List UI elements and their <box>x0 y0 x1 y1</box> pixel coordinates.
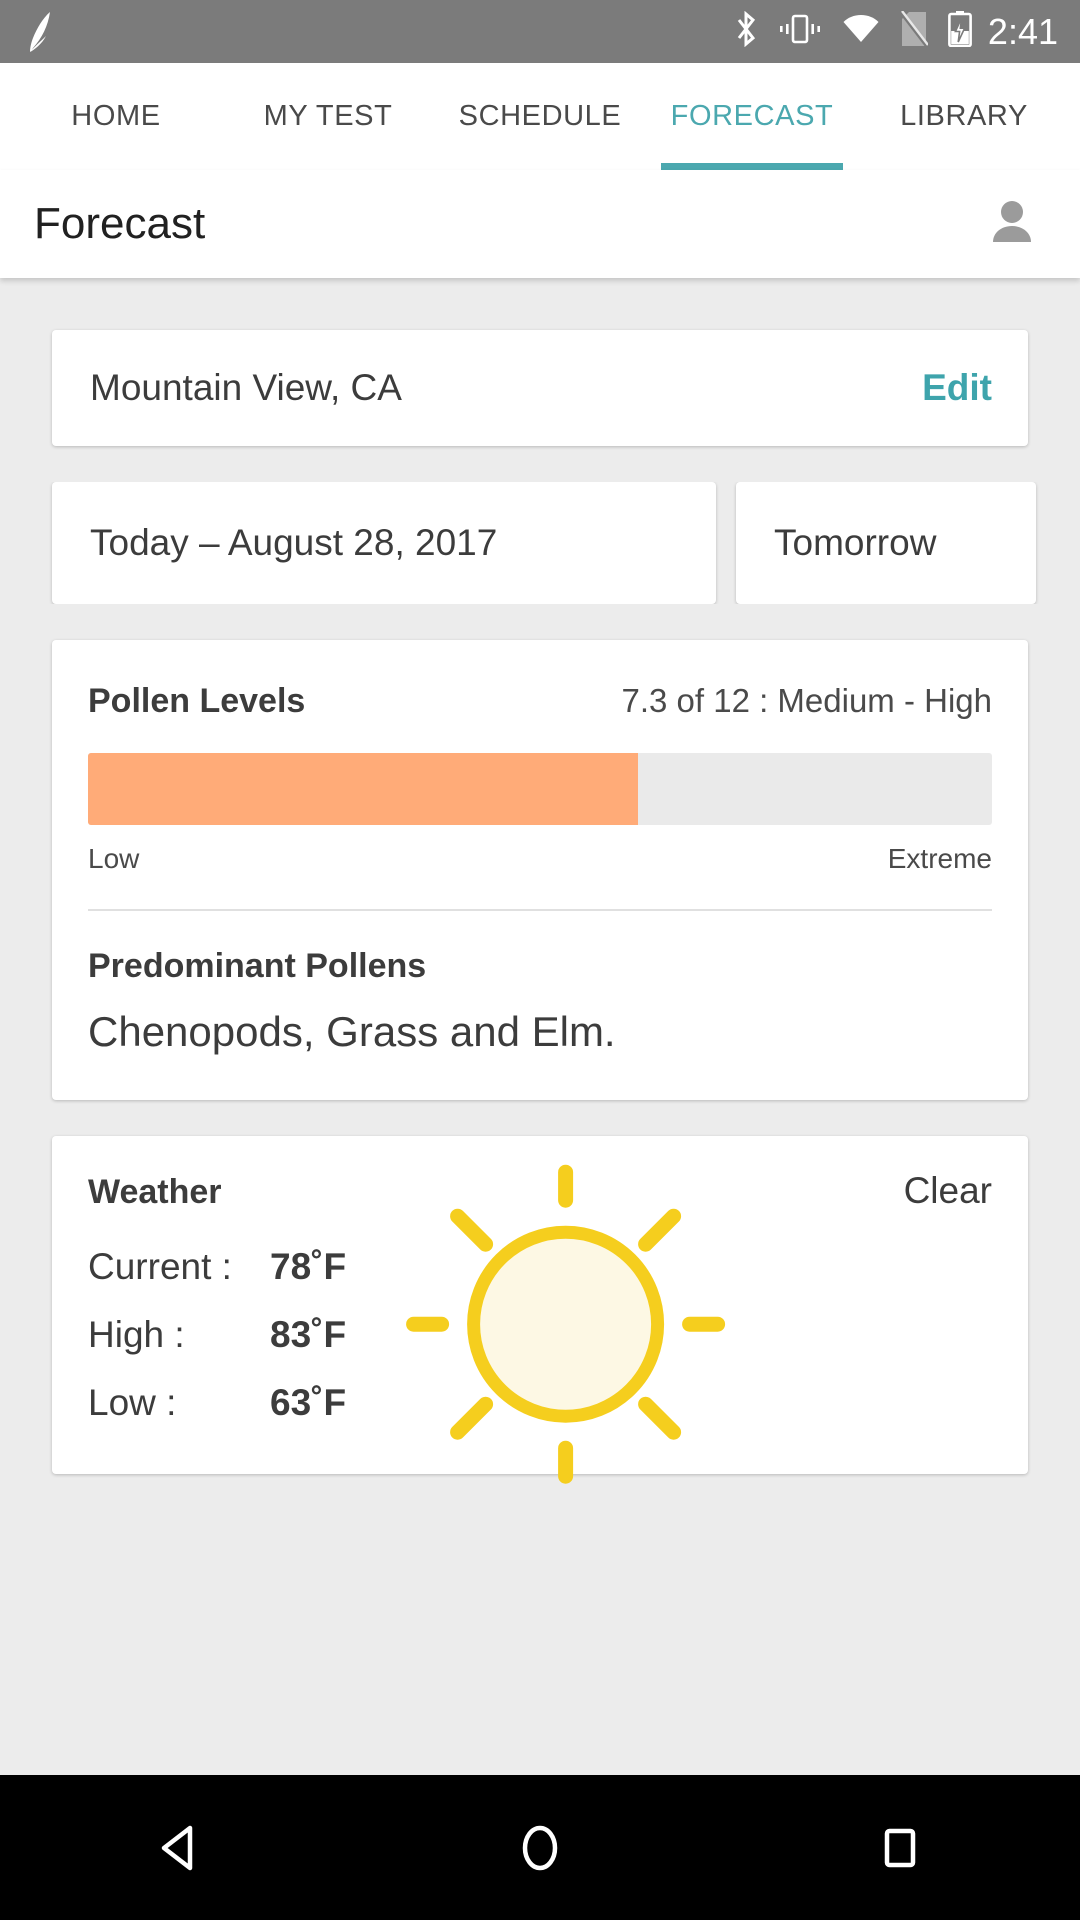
weather-high-label: High : <box>88 1314 185 1355</box>
tab-my-test[interactable]: MY TEST <box>222 63 434 170</box>
pollen-levels-section: Pollen Levels 7.3 of 12 : Medium - High … <box>52 640 1028 909</box>
status-bar: 2:41 <box>0 0 1080 63</box>
pollen-scale-low-label: Low <box>88 843 140 874</box>
pollen-levels-card: Pollen Levels 7.3 of 12 : Medium - High … <box>52 640 1028 1100</box>
weather-row-low: Low : 63˚F <box>88 1382 992 1424</box>
weather-current-label: Current : <box>88 1246 232 1287</box>
recents-square-icon[interactable] <box>825 1798 975 1898</box>
predominant-pollens-section: Predominant Pollens Chenopods, Grass and… <box>52 911 1028 1100</box>
pollen-meter-scale-labels: Low Extreme <box>88 843 992 875</box>
pollen-scale-spacer <box>139 843 887 875</box>
weather-current-value: 78˚F <box>270 1246 347 1287</box>
bluetooth-icon <box>734 10 758 52</box>
tab-home[interactable]: HOME <box>10 63 222 170</box>
weather-low-label: Low : <box>88 1382 177 1423</box>
page-title: Forecast <box>34 199 206 248</box>
pollen-level-meter <box>88 753 992 825</box>
weather-high-value: 83˚F <box>270 1314 347 1355</box>
status-icon-group <box>734 10 972 52</box>
day-card-today[interactable]: Today – August 28, 2017 <box>52 482 716 604</box>
pollen-score-text: 7.3 of 12 : Medium - High <box>621 682 992 719</box>
wifi-icon <box>842 14 880 49</box>
weather-row-current: Current : 78˚F <box>88 1246 992 1288</box>
location-card[interactable]: Mountain View, CA Edit <box>52 330 1028 446</box>
tab-schedule[interactable]: SCHEDULE <box>434 63 646 170</box>
weather-row-high: High : 83˚F <box>88 1314 992 1356</box>
battery-charging-icon <box>948 11 972 52</box>
weather-title: Weather <box>88 1173 222 1211</box>
main-tab-bar: HOME MY TEST SCHEDULE FORECAST LIBRARY <box>0 63 1080 170</box>
pollen-scale-high-label: Extreme <box>887 843 992 874</box>
day-card-tomorrow[interactable]: Tomorrow <box>736 482 1036 604</box>
app-bar: Forecast <box>0 170 1080 278</box>
pollen-level-meter-fill <box>88 753 638 825</box>
home-circle-icon[interactable] <box>465 1798 615 1898</box>
tab-forecast[interactable]: FORECAST <box>646 63 858 170</box>
vibrate-icon <box>778 12 822 51</box>
weather-header-row: Weather Clear <box>88 1170 992 1212</box>
back-triangle-icon[interactable] <box>105 1798 255 1898</box>
tab-library[interactable]: LIBRARY <box>858 63 1070 170</box>
leaf-logo <box>20 10 60 54</box>
status-bar-clock: 2:41 <box>987 10 1058 52</box>
weather-temperature-list: Current : 78˚F High : 83˚F Low : 63˚F <box>88 1246 992 1424</box>
pollen-header-row: Pollen Levels 7.3 of 12 : Medium - High <box>88 682 992 721</box>
edit-location-link[interactable]: Edit <box>922 367 992 409</box>
location-name: Mountain View, CA <box>90 367 402 408</box>
predominant-pollens-value: Chenopods, Grass and Elm. <box>88 1008 616 1055</box>
weather-condition-label: Clear <box>903 1170 992 1211</box>
weather-low-value: 63˚F <box>270 1382 347 1423</box>
day-selector-strip[interactable]: Today – August 28, 2017 Tomorrow <box>0 482 1080 604</box>
no-sim-icon <box>899 10 929 52</box>
day-card-today-label: Today – August 28, 2017 <box>90 522 498 563</box>
pollen-levels-title: Pollen Levels <box>88 682 306 720</box>
predominant-pollens-title: Predominant Pollens <box>88 947 427 985</box>
day-card-tomorrow-label: Tomorrow <box>774 522 937 563</box>
android-navigation-bar <box>0 1775 1080 1920</box>
account-avatar-icon[interactable] <box>984 196 1040 252</box>
weather-card: Weather Clear Current : 78˚F High: 83˚F… <box>52 1136 1028 1484</box>
forecast-content-scroll[interactable]: Mountain View, CA Edit Today – August 28… <box>0 278 1080 1775</box>
